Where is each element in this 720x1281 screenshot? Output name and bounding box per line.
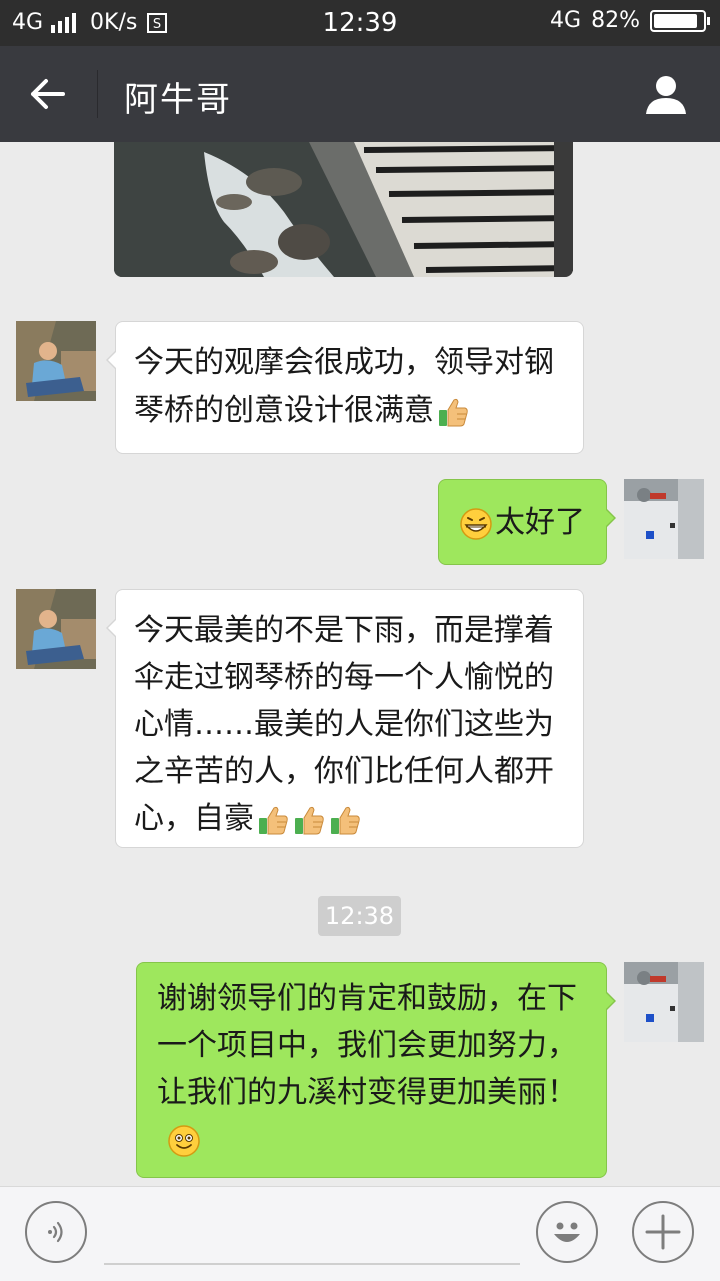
arrow-left-icon bbox=[31, 79, 65, 109]
contact-avatar-photo bbox=[16, 321, 96, 401]
voice-icon bbox=[48, 1221, 63, 1243]
thumbs-up-icon bbox=[328, 803, 362, 837]
piano-bridge-photo bbox=[114, 142, 573, 277]
thumbs-up-icon bbox=[436, 395, 470, 429]
back-button[interactable] bbox=[20, 70, 76, 118]
grin-icon bbox=[460, 507, 492, 540]
status-bar: 4G 0K/s S 12:39 4G 82% bbox=[0, 0, 720, 46]
emoji-button[interactable] bbox=[536, 1201, 598, 1263]
contact-avatar[interactable] bbox=[16, 321, 96, 401]
contact-avatar[interactable] bbox=[16, 589, 96, 669]
timestamp: 12:38 bbox=[318, 896, 401, 936]
my-avatar-photo bbox=[624, 962, 704, 1042]
message-bubble-received[interactable]: 今天的观摩会很成功，领导对钢琴桥的创意设计很满意 bbox=[106, 321, 584, 454]
my-avatar[interactable] bbox=[624, 479, 704, 559]
person-icon bbox=[646, 76, 686, 114]
chat-area[interactable]: 今天的观摩会很成功，领导对钢琴桥的创意设计很满意 太好了 今天最美的不是下雨，而… bbox=[0, 142, 720, 1186]
smile-icon bbox=[168, 1124, 200, 1157]
message-input[interactable] bbox=[104, 1263, 520, 1265]
message-text: 今天的观摩会很成功，领导对钢琴桥的创意设计很满意 bbox=[134, 345, 554, 428]
chat-header: 阿牛哥 bbox=[0, 46, 720, 142]
voice-button[interactable] bbox=[25, 1201, 87, 1263]
battery-icon bbox=[650, 9, 710, 32]
thumbs-up-icon bbox=[292, 803, 326, 837]
image-message[interactable] bbox=[114, 142, 573, 277]
contact-avatar-photo bbox=[16, 589, 96, 669]
chat-title: 阿牛哥 bbox=[124, 80, 232, 120]
profile-button[interactable] bbox=[638, 68, 694, 124]
plus-button[interactable] bbox=[632, 1201, 694, 1263]
my-avatar[interactable] bbox=[624, 962, 704, 1042]
input-bar bbox=[0, 1186, 720, 1281]
network-type-right: 4G bbox=[550, 8, 582, 33]
smiley-face-icon bbox=[554, 1222, 580, 1242]
my-avatar-photo bbox=[624, 479, 704, 559]
message-bubble-received[interactable]: 今天最美的不是下雨，而是撑着伞走过钢琴桥的每一个人愉悦的心情……最美的人是你们这… bbox=[106, 589, 584, 848]
header-divider bbox=[97, 70, 98, 118]
plus-icon bbox=[645, 1214, 681, 1250]
thumbs-up-icon bbox=[256, 803, 290, 837]
message-text: 太好了 bbox=[495, 505, 585, 540]
battery-percent: 82% bbox=[591, 8, 640, 33]
message-text: 谢谢领导们的肯定和鼓励，在下一个项目中，我们会更加努力，让我们的九溪村变得更加美… bbox=[157, 981, 577, 1110]
message-bubble-sent[interactable]: 太好了 bbox=[438, 479, 616, 565]
message-bubble-sent[interactable]: 谢谢领导们的肯定和鼓励，在下一个项目中，我们会更加努力，让我们的九溪村变得更加美… bbox=[136, 962, 616, 1178]
